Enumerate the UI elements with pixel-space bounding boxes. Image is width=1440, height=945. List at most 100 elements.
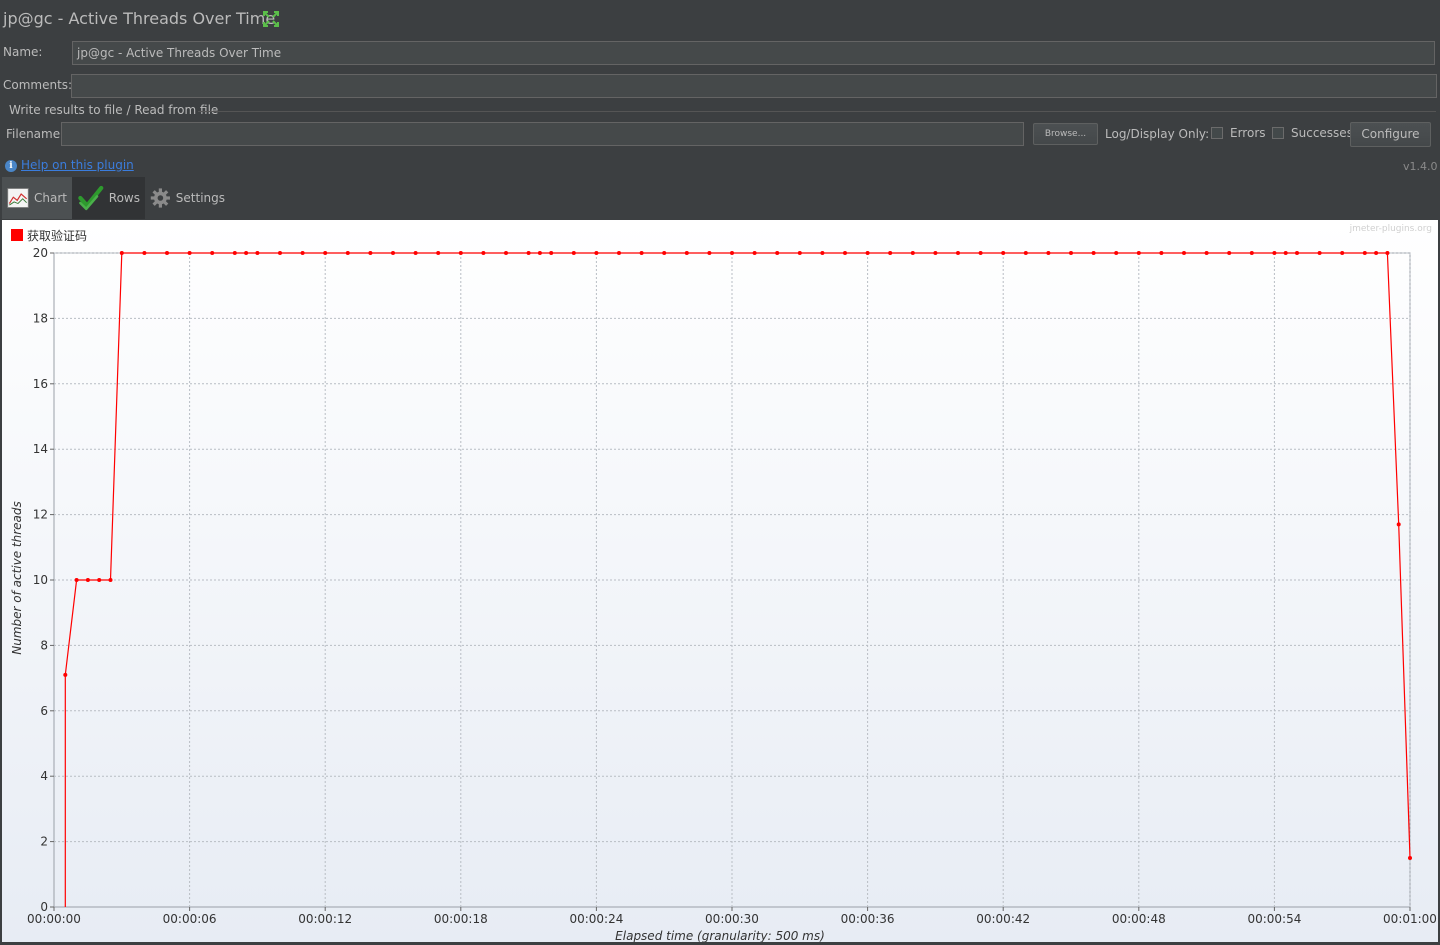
tab-chart[interactable]: Chart <box>2 177 72 219</box>
successes-checkbox[interactable] <box>1272 127 1284 139</box>
help-link[interactable]: Help on this plugin <box>21 158 134 172</box>
data-point <box>1396 522 1401 527</box>
data-point <box>730 251 734 255</box>
y-tick-label: 10 <box>33 573 48 587</box>
y-tick-label: 14 <box>33 442 48 456</box>
checkmark-icon <box>78 185 104 211</box>
tab-rows-label: Rows <box>108 191 140 205</box>
y-tick-label: 12 <box>33 508 48 522</box>
data-point <box>1340 251 1345 255</box>
expand-icon[interactable] <box>262 10 280 28</box>
errors-label: Errors <box>1230 126 1266 140</box>
configure-button[interactable]: Configure <box>1350 122 1431 147</box>
data-point <box>244 251 249 255</box>
data-point <box>1069 251 1073 255</box>
gear-icon <box>150 188 170 208</box>
data-point <box>1317 251 1322 255</box>
x-tick-label: 00:00:24 <box>569 912 623 926</box>
data-point <box>1374 251 1379 255</box>
x-axis-title: Elapsed time (granularity: 500 ms) <box>615 929 825 942</box>
x-tick-label: 00:00:00 <box>27 912 81 926</box>
data-point <box>108 578 113 582</box>
y-tick-label: 4 <box>40 769 48 783</box>
data-point <box>210 251 215 255</box>
y-tick-label: 16 <box>33 377 48 391</box>
data-point <box>797 251 802 255</box>
data-point <box>97 578 102 582</box>
comments-label: Comments: <box>3 78 73 92</box>
data-point <box>1023 251 1028 255</box>
data-point <box>165 251 169 255</box>
data-point <box>1204 251 1209 255</box>
browse-button[interactable]: Browse... <box>1033 123 1098 145</box>
tab-rows[interactable]: Rows <box>72 177 145 219</box>
data-point <box>843 251 847 255</box>
data-point <box>391 251 395 255</box>
watermark: jmeter-plugins.org <box>1349 224 1432 234</box>
comments-input[interactable] <box>71 74 1437 98</box>
x-tick-label: 00:00:42 <box>976 912 1030 926</box>
data-point <box>594 251 599 255</box>
data-point <box>1295 251 1299 255</box>
data-point <box>526 251 531 255</box>
data-point <box>436 251 441 255</box>
data-point <box>775 251 780 255</box>
successes-label: Successes <box>1291 126 1353 140</box>
info-icon: i <box>5 160 17 172</box>
data-point <box>1136 251 1141 255</box>
x-tick-label: 00:00:12 <box>298 912 352 926</box>
data-point <box>74 578 79 582</box>
data-point <box>1385 251 1390 255</box>
data-point <box>504 251 508 255</box>
x-tick-label: 00:00:48 <box>1112 912 1166 926</box>
data-point <box>323 251 328 255</box>
y-tick-label: 8 <box>40 638 48 652</box>
chart-icon <box>7 188 29 208</box>
data-point <box>255 251 260 255</box>
data-point <box>1159 251 1164 255</box>
legend-label: 获取验证码 <box>27 228 87 243</box>
tab-chart-label: Chart <box>34 191 67 205</box>
data-point <box>707 251 712 255</box>
errors-checkbox[interactable] <box>1211 127 1223 139</box>
x-tick-label: 00:00:36 <box>841 912 895 926</box>
data-point <box>933 251 938 255</box>
filename-input[interactable] <box>61 122 1024 146</box>
tab-settings[interactable]: Settings <box>145 177 230 219</box>
data-point <box>1091 251 1096 255</box>
data-point <box>537 251 542 255</box>
y-tick-label: 2 <box>40 835 48 849</box>
data-point <box>232 251 237 255</box>
name-input[interactable]: jp@gc - Active Threads Over Time <box>72 41 1435 65</box>
data-point <box>1046 251 1051 255</box>
data-point <box>1114 251 1119 255</box>
data-point <box>617 251 621 255</box>
data-point <box>571 251 576 255</box>
active-threads-chart: 02468101214161820 00:00:00 00:00:06 00:00:… <box>2 220 1438 943</box>
x-tick-label: 00:00:30 <box>705 912 759 926</box>
data-point <box>888 251 893 255</box>
x-tick-label: 00:00:54 <box>1247 912 1301 926</box>
y-axis-title: Number of active threads <box>10 501 24 655</box>
chart-panel: 0 2 4 6 8 10 12 14 16 18 20 00:00:00 00:00:06 00:00:… <box>2 220 1438 943</box>
data-point <box>549 251 554 255</box>
name-label: Name: <box>3 45 43 59</box>
data-point <box>119 251 124 255</box>
data-point <box>1249 251 1254 255</box>
data-point <box>63 672 68 677</box>
version-label: v1.4.0 <box>1403 160 1438 173</box>
data-point <box>1272 251 1277 255</box>
data-point <box>413 251 418 255</box>
data-point <box>978 251 983 255</box>
data-point <box>752 251 757 255</box>
data-point <box>142 251 147 255</box>
data-point <box>820 251 825 255</box>
y-tick-label: 20 <box>33 246 48 260</box>
filename-label: Filename <box>6 127 61 141</box>
x-tick-label: 00:00:18 <box>434 912 488 926</box>
data-point <box>684 251 689 255</box>
data-point <box>187 251 192 255</box>
data-point <box>865 251 870 255</box>
data-point <box>1182 251 1186 255</box>
log-display-label: Log/Display Only: <box>1105 127 1210 141</box>
